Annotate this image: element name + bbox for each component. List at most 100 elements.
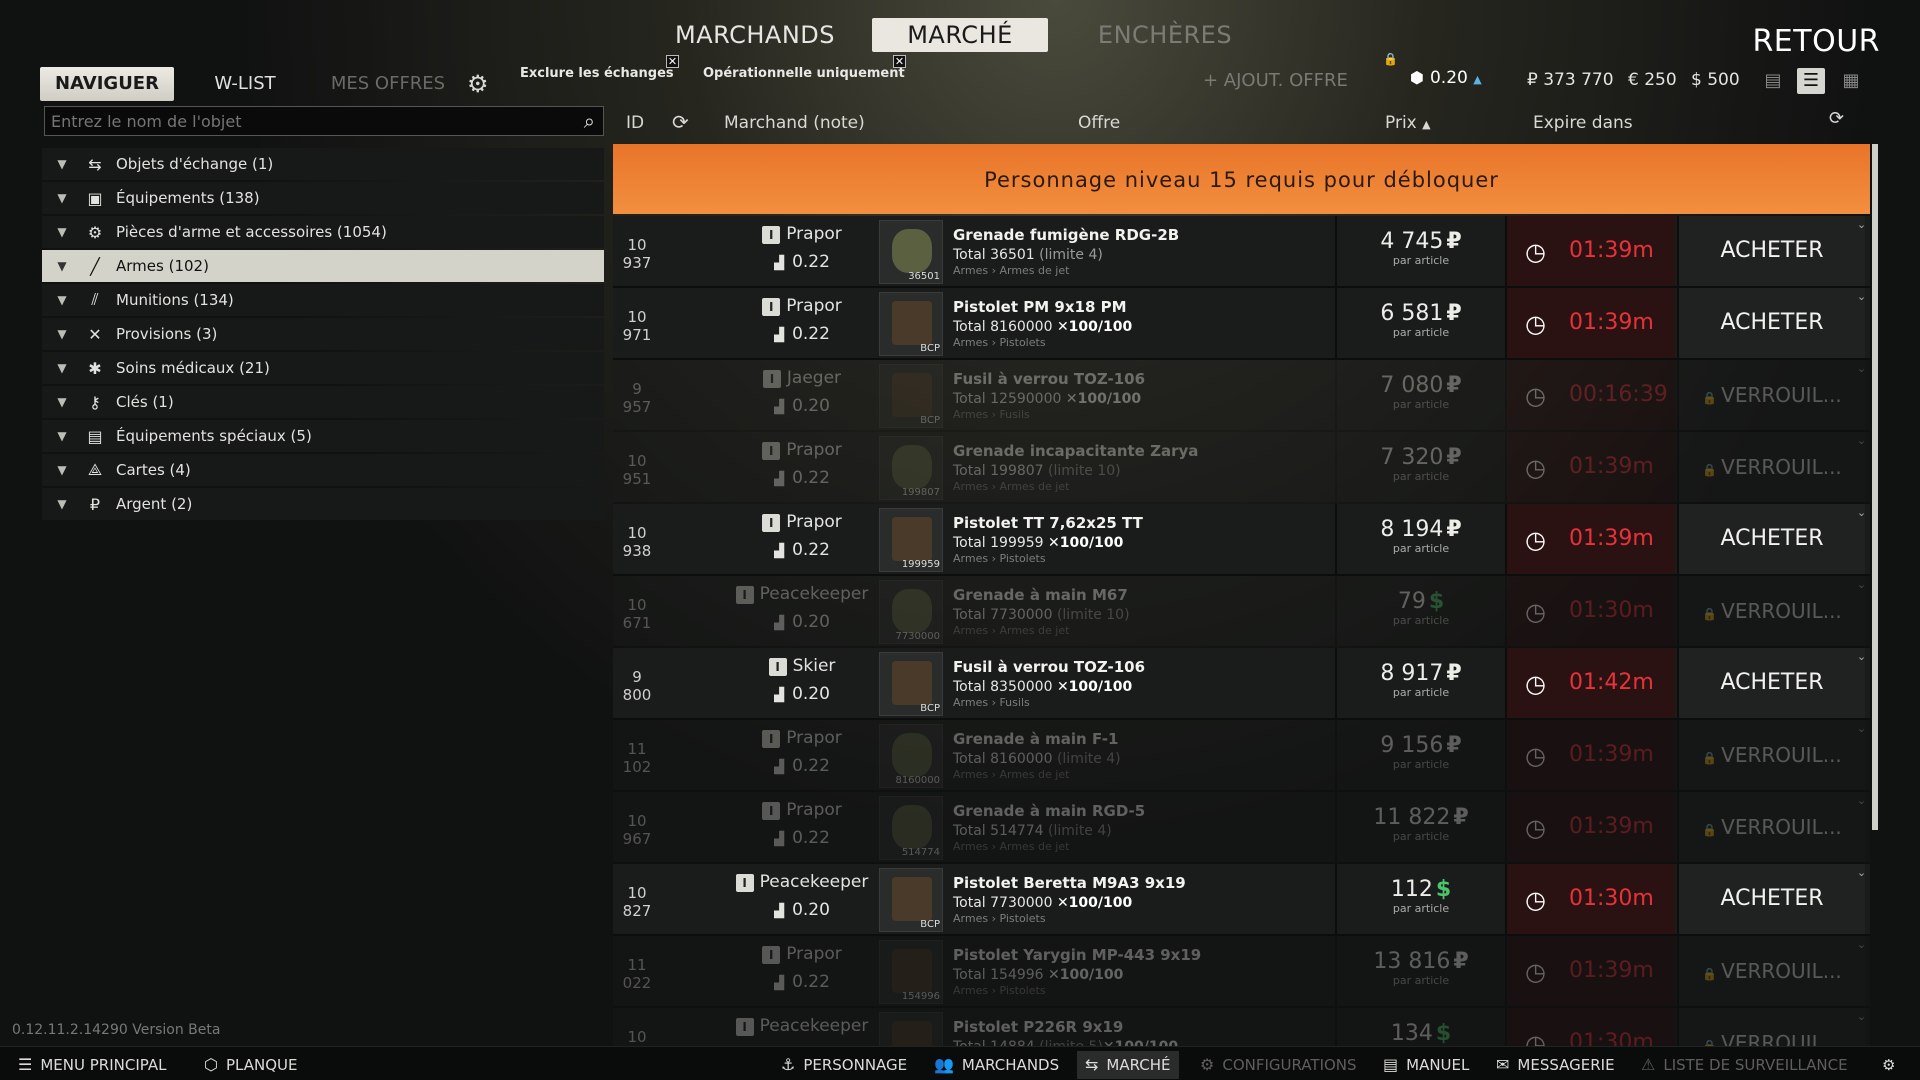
item-thumbnail[interactable]: 199807 xyxy=(879,436,943,500)
back-button[interactable]: RETOUR xyxy=(1752,24,1880,59)
merchants-button[interactable]: 👥 MARCHANDS xyxy=(926,1051,1067,1079)
view-list-icon[interactable]: ☰ xyxy=(1797,68,1825,94)
offer-row[interactable]: 10 827 I Peacekeeper ▟ 0.20 BCP Pistolet Berett… xyxy=(613,864,1870,936)
market-button[interactable]: ⇆ MARCHÉ xyxy=(1077,1051,1179,1079)
locked-button[interactable]: 🔒 VERROUIL... xyxy=(1677,1008,1865,1046)
expand-chevron-icon[interactable]: ⌄ xyxy=(1853,578,1870,592)
item-thumbnail[interactable]: 36501 xyxy=(879,220,943,284)
expand-chevron-icon[interactable]: ⌄ xyxy=(1853,362,1870,376)
view-grid-icon[interactable]: ▦ xyxy=(1837,68,1865,94)
category-maps[interactable]: ▼ ⟁ Cartes (4) xyxy=(42,454,604,486)
offer-row[interactable]: 10 967 I Prapor ▟ 0.22 514774 Grenade à main RG… xyxy=(613,792,1870,864)
hideout-button[interactable]: ⬡ PLANQUE xyxy=(196,1051,305,1079)
merchant-cell[interactable]: I Prapor ▟ 0.22 xyxy=(717,720,887,790)
category-equipment[interactable]: ▼ ▣ Équipements (138) xyxy=(42,182,604,214)
offer-row[interactable]: 9 800 I Skier ▟ 0.20 BCP Fusil à verrou TOZ-106… xyxy=(613,648,1870,720)
refresh-merchants-icon[interactable]: ⟳ xyxy=(672,110,689,134)
category-keys[interactable]: ▼ ⚷ Clés (1) xyxy=(42,386,604,418)
settings-gear-icon[interactable]: ⚙ xyxy=(467,71,493,97)
expand-chevron-icon[interactable]: ⌄ xyxy=(1853,506,1870,520)
offer-row[interactable]: 11 102 I Prapor ▟ 0.22 8160000 Grenade à main F… xyxy=(613,720,1870,792)
item-thumbnail[interactable]: BCP xyxy=(879,652,943,716)
merchant-cell[interactable]: I Prapor ▟ 0.22 xyxy=(717,216,887,286)
locked-button[interactable]: 🔒 VERROUIL... xyxy=(1677,576,1865,646)
item-thumbnail[interactable]: 514774 xyxy=(879,796,943,860)
category-medical[interactable]: ▼ ✱ Soins médicaux (21) xyxy=(42,352,604,384)
expand-chevron-icon[interactable]: ⌄ xyxy=(1853,650,1870,664)
category-provisions[interactable]: ▼ ✕ Provisions (3) xyxy=(42,318,604,350)
merchant-cell[interactable]: I Skier ▟ 0.20 xyxy=(717,648,887,718)
category-weapons[interactable]: ▼ ╱ Armes (102) xyxy=(42,250,604,282)
offer-row[interactable]: 10 938 I Prapor ▟ 0.22 199959 Pistolet TT 7,62x… xyxy=(613,504,1870,576)
tab-market[interactable]: MARCHÉ xyxy=(872,18,1048,52)
offer-row[interactable]: 10 971 I Prapor ▟ 0.22 BCP Pistolet PM 9x18 PM T… xyxy=(613,288,1870,360)
column-price[interactable]: Prix ▲ xyxy=(1385,113,1431,133)
search-icon[interactable]: ⌕ xyxy=(584,109,595,133)
item-thumbnail[interactable] xyxy=(879,1012,943,1046)
add-offer-button[interactable]: + AJOUT. OFFRE xyxy=(1203,70,1348,91)
buy-button[interactable]: ACHETER xyxy=(1677,504,1865,574)
expand-chevron-icon[interactable]: ⌄ xyxy=(1853,218,1870,232)
expand-chevron-icon[interactable]: ⌄ xyxy=(1853,866,1870,880)
expand-chevron-icon[interactable]: ⌄ xyxy=(1853,938,1870,952)
offer-row[interactable]: 10 671 I Peacekeeper ▟ 0.20 7730000 Grenade à m… xyxy=(613,576,1870,648)
tab-my-offers[interactable]: MES OFFRES xyxy=(324,67,452,101)
column-id[interactable]: ID xyxy=(626,113,644,133)
offer-row[interactable]: 11 022 I Prapor ▟ 0.22 154996 Pistolet Yarygin … xyxy=(613,936,1870,1008)
merchant-cell[interactable]: I Prapor ▟ 0.22 xyxy=(717,504,887,574)
expand-chevron-icon[interactable]: ⌄ xyxy=(1853,290,1870,304)
scrollbar[interactable] xyxy=(1872,144,1878,830)
character-button[interactable]: ⚓ PERSONNAGE xyxy=(773,1051,915,1079)
merchant-cell[interactable]: I Jaeger ▟ 0.20 xyxy=(717,360,887,430)
expand-chevron-icon[interactable]: ⌄ xyxy=(1853,722,1870,736)
merchant-cell[interactable]: I Prapor ▟ 0.22 xyxy=(717,936,887,1006)
item-thumbnail[interactable]: 199959 xyxy=(879,508,943,572)
settings-icon[interactable]: ⚙ xyxy=(1874,1051,1903,1079)
search-input[interactable] xyxy=(45,107,545,135)
locked-button[interactable]: 🔒 VERROUIL... xyxy=(1677,360,1865,430)
expand-chevron-icon[interactable]: ⌄ xyxy=(1853,794,1870,808)
locked-button[interactable]: 🔒 VERROUIL... xyxy=(1677,720,1865,790)
item-thumbnail[interactable]: BCP xyxy=(879,868,943,932)
expand-chevron-icon[interactable]: ⌄ xyxy=(1853,1010,1870,1024)
tab-browse[interactable]: NAVIGUER xyxy=(40,67,174,101)
operational-only-checkbox[interactable]: ✕ xyxy=(893,55,906,68)
builds-button[interactable]: ⚙ CONFIGURATIONS xyxy=(1192,1051,1365,1079)
tab-auctions[interactable]: ENCHÈRES xyxy=(1080,18,1250,52)
category-weapon-parts[interactable]: ▼ ⚙ Pièces d'arme et accessoires (1054) xyxy=(42,216,604,248)
offer-row[interactable]: 9 957 I Jaeger ▟ 0.20 BCP Fusil à verrou TOZ-10… xyxy=(613,360,1870,432)
category-special-equipment[interactable]: ▼ ▤ Équipements spéciaux (5) xyxy=(42,420,604,452)
merchant-cell[interactable]: IPeacekeeper▟0.20 xyxy=(717,864,887,934)
category-money[interactable]: ▼ ₽ Argent (2) xyxy=(42,488,604,520)
tab-wishlist[interactable]: W-LIST xyxy=(200,67,290,101)
offer-row[interactable]: 10IPeacekeeper▟0.20Pistolet P226R 9x19To… xyxy=(613,1008,1870,1046)
item-thumbnail[interactable]: BCP xyxy=(879,364,943,428)
item-thumbnail[interactable]: BCP xyxy=(879,292,943,356)
offer-row[interactable]: 10 937 I Prapor ▟ 0.22 36501 Grenade fumigène R… xyxy=(613,216,1870,288)
main-menu-button[interactable]: ☰ MENU PRINCIPAL xyxy=(10,1051,174,1079)
category-ammo[interactable]: ▼ ⫽ Munitions (134) xyxy=(42,284,604,316)
refresh-icon[interactable]: ⟳ xyxy=(1829,108,1844,129)
merchant-cell[interactable]: I Prapor ▟ 0.22 xyxy=(717,288,887,358)
exclude-trades-checkbox[interactable]: ✕ xyxy=(666,55,679,68)
item-thumbnail[interactable]: 7730000 xyxy=(879,580,943,644)
messenger-button[interactable]: ✉ MESSAGERIE xyxy=(1488,1051,1623,1079)
merchant-cell[interactable]: I Prapor ▟ 0.22 xyxy=(717,792,887,862)
column-merchant[interactable]: Marchand (note) xyxy=(724,113,865,133)
column-expires[interactable]: Expire dans xyxy=(1533,113,1633,133)
merchant-cell[interactable]: IPeacekeeper▟0.20 xyxy=(717,1008,887,1046)
view-compact-icon[interactable]: ▤ xyxy=(1759,68,1787,94)
merchant-cell[interactable]: I Prapor ▟ 0.22 xyxy=(717,432,887,502)
buy-button[interactable]: ACHETER xyxy=(1677,288,1865,358)
tab-merchants[interactable]: MARCHANDS xyxy=(670,18,840,52)
column-offer[interactable]: Offre xyxy=(1078,113,1120,133)
watchlist-button[interactable]: ⚠ LISTE DE SURVEILLANCE xyxy=(1633,1051,1856,1079)
item-thumbnail[interactable]: 8160000 xyxy=(879,724,943,788)
handbook-button[interactable]: ▤ MANUEL xyxy=(1375,1051,1477,1079)
item-thumbnail[interactable]: 154996 xyxy=(879,940,943,1004)
buy-button[interactable]: ACHETER xyxy=(1677,216,1865,286)
buy-button[interactable]: ACHETER xyxy=(1677,648,1865,718)
category-barter[interactable]: ▼ ⇆ Objets d'échange (1) xyxy=(42,148,604,180)
locked-button[interactable]: 🔒 VERROUIL... xyxy=(1677,792,1865,862)
locked-button[interactable]: 🔒 VERROUIL... xyxy=(1677,936,1865,1006)
